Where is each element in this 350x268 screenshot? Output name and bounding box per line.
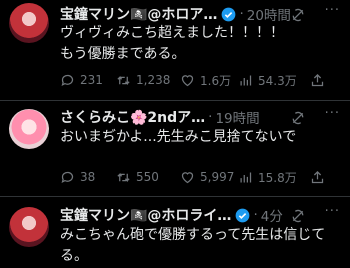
more-options-icon[interactable]: ··· [325,204,340,219]
author-name[interactable]: 宝鐘マリン🏴‍☠️@ホロア… [60,4,217,24]
verified-badge-icon [222,7,236,21]
tweet-header: 宝鐘マリン🏴‍☠️@ホロライ… · 4分 [60,205,283,225]
separator: · [253,207,258,223]
share-button[interactable] [310,170,325,185]
like-count: 5,997 [200,170,235,184]
tweet[interactable]: さくらみこ🌸2ndア… · 19時間 ··· おいまぢかよ...先生みこ見捨てな… [0,101,350,196]
reply-icon [61,74,74,86]
separator: · [239,6,244,22]
retweet-count: 550 [136,170,159,184]
more-options-icon[interactable]: ··· [325,3,340,18]
tweet[interactable]: 宝鐘マリン🏴‍☠️@ホロライ… · 4分 ··· みこちゃん砲で優勝するって先生… [0,197,350,268]
view-count: 54.3万 [258,73,297,88]
tweet-text: おいまぢかよ...先生みこ見捨てないで [60,129,297,145]
share-icon [311,73,324,86]
like-button[interactable]: 1.6万 [180,72,238,89]
views-chart-icon [240,75,252,85]
author-name[interactable]: 宝鐘マリン🏴‍☠️@ホロライ… [60,205,231,225]
grok-icon[interactable] [290,208,306,224]
like-count: 1.6万 [200,73,232,88]
reply-button[interactable]: 231 [60,73,116,88]
timestamp[interactable]: 19時間 [215,107,259,127]
share-icon [311,170,324,183]
avatar[interactable] [9,3,49,43]
verified-badge-icon [236,208,250,222]
retweet-button[interactable]: 1,238 [116,73,180,88]
more-options-icon[interactable]: ··· [325,106,340,121]
avatar[interactable] [9,207,49,247]
reply-count: 38 [80,170,96,184]
tweet-header: 宝鐘マリン🏴‍☠️@ホロア… · 20時間 [60,4,291,24]
grok-icon[interactable] [290,7,306,23]
action-bar: 38 550 5,997 15.8万 [60,167,350,187]
author-name[interactable]: さくらみこ🌸2ndア… [60,107,205,127]
heart-icon [181,74,194,86]
heart-icon [181,171,194,183]
timestamp[interactable]: 4分 [261,205,283,225]
action-bar: 231 1,238 1.6万 54.3万 [60,70,350,90]
views-button[interactable]: 54.3万 [238,72,310,89]
tweet[interactable]: 宝鐘マリン🏴‍☠️@ホロア… · 20時間 ··· ヴィヴィみこち超えました！！… [0,0,350,100]
like-button[interactable]: 5,997 [180,170,238,185]
retweet-icon [117,75,130,85]
avatar[interactable] [9,109,49,149]
tweet-text: ヴィヴィみこち超えました！！！！ もう優勝まである。 [60,25,284,62]
retweet-icon [117,172,130,182]
timestamp[interactable]: 20時間 [247,4,291,24]
retweet-button[interactable]: 550 [116,170,180,185]
retweet-count: 1,238 [136,73,171,87]
separator: · [208,109,213,125]
view-count: 15.8万 [258,170,297,185]
reply-button[interactable]: 38 [60,170,116,185]
views-button[interactable]: 15.8万 [238,169,310,186]
views-chart-icon [240,172,252,182]
reply-count: 231 [80,73,103,87]
share-button[interactable] [310,73,325,88]
reply-icon [61,171,74,183]
tweet-header: さくらみこ🌸2ndア… · 19時間 [60,107,260,127]
grok-icon[interactable] [290,110,306,126]
tweet-text: みこちゃん砲で優勝するって先生は信じて る。 [60,227,326,264]
